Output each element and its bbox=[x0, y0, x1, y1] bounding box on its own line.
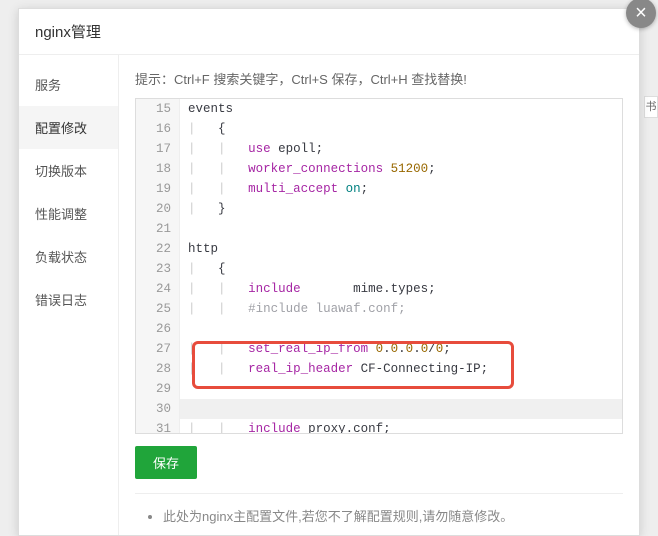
line-text bbox=[180, 319, 188, 339]
sidebar-item-4[interactable]: 负载状态 bbox=[19, 235, 118, 278]
button-row: 保存 bbox=[135, 446, 623, 479]
line-number: 27 bbox=[136, 339, 180, 359]
sidebar-item-0[interactable]: 服务 bbox=[19, 63, 118, 106]
line-text bbox=[180, 399, 188, 419]
line-number: 29 bbox=[136, 379, 180, 399]
code-line[interactable]: 21 bbox=[136, 219, 622, 239]
line-text: | | worker_connections 51200; bbox=[180, 159, 436, 179]
code-line[interactable]: 17| | use epoll; bbox=[136, 139, 622, 159]
modal-body: 服务配置修改切换版本性能调整负载状态错误日志 提示：Ctrl+F 搜索关键字，C… bbox=[19, 55, 639, 535]
line-number: 18 bbox=[136, 159, 180, 179]
main-panel: 提示：Ctrl+F 搜索关键字，Ctrl+S 保存，Ctrl+H 查找替换! 1… bbox=[119, 55, 639, 535]
code-line[interactable]: 24| | include mime.types; bbox=[136, 279, 622, 299]
line-number: 25 bbox=[136, 299, 180, 319]
code-line[interactable]: 30 bbox=[136, 399, 622, 419]
code-line[interactable]: 27| | set_real_ip_from 0.0.0.0/0; bbox=[136, 339, 622, 359]
sidebar-item-2[interactable]: 切换版本 bbox=[19, 149, 118, 192]
line-number: 31 bbox=[136, 419, 180, 433]
code-line[interactable]: 16| { bbox=[136, 119, 622, 139]
code-line[interactable]: 31| | include proxy.conf; bbox=[136, 419, 622, 433]
save-button[interactable]: 保存 bbox=[135, 446, 197, 479]
code-line[interactable]: 18| | worker_connections 51200; bbox=[136, 159, 622, 179]
line-text: | { bbox=[180, 259, 226, 279]
nginx-modal: nginx管理 服务配置修改切换版本性能调整负载状态错误日志 提示：Ctrl+F… bbox=[18, 8, 640, 536]
code-line[interactable]: 26 bbox=[136, 319, 622, 339]
line-text bbox=[180, 379, 188, 399]
line-text: | } bbox=[180, 199, 226, 219]
line-number: 15 bbox=[136, 99, 180, 119]
line-text: | | set_real_ip_from 0.0.0.0/0; bbox=[180, 339, 451, 359]
code-line[interactable]: 25| | #include luawaf.conf; bbox=[136, 299, 622, 319]
line-number: 22 bbox=[136, 239, 180, 259]
line-text: | | include proxy.conf; bbox=[180, 419, 391, 433]
line-text bbox=[180, 219, 188, 239]
line-number: 20 bbox=[136, 199, 180, 219]
sidebar-item-1[interactable]: 配置修改 bbox=[19, 106, 118, 149]
line-text: | { bbox=[180, 119, 226, 139]
line-text: | | include mime.types; bbox=[180, 279, 436, 299]
line-text: | | multi_accept on; bbox=[180, 179, 368, 199]
code-line[interactable]: 22http bbox=[136, 239, 622, 259]
sidebar-item-3[interactable]: 性能调整 bbox=[19, 192, 118, 235]
line-number: 26 bbox=[136, 319, 180, 339]
code-line[interactable]: 28| | real_ip_header CF-Connecting-IP; bbox=[136, 359, 622, 379]
code-line[interactable]: 29 bbox=[136, 379, 622, 399]
line-number: 17 bbox=[136, 139, 180, 159]
line-text: events bbox=[180, 99, 233, 119]
hint-text: 提示：Ctrl+F 搜索关键字，Ctrl+S 保存，Ctrl+H 查找替换! bbox=[135, 69, 623, 88]
line-text: | | use epoll; bbox=[180, 139, 323, 159]
line-number: 23 bbox=[136, 259, 180, 279]
code-line[interactable]: 23| { bbox=[136, 259, 622, 279]
line-text: | | #include luawaf.conf; bbox=[180, 299, 406, 319]
line-number: 19 bbox=[136, 179, 180, 199]
line-number: 30 bbox=[136, 399, 180, 419]
line-number: 21 bbox=[136, 219, 180, 239]
line-text: | | real_ip_header CF-Connecting-IP; bbox=[180, 359, 488, 379]
line-number: 16 bbox=[136, 119, 180, 139]
modal-title: nginx管理 bbox=[19, 9, 639, 55]
line-number: 28 bbox=[136, 359, 180, 379]
close-button[interactable]: × bbox=[626, 0, 656, 28]
note-section: 此处为nginx主配置文件,若您不了解配置规则,请勿随意修改。 bbox=[135, 493, 623, 525]
note-text: 此处为nginx主配置文件,若您不了解配置规则,请勿随意修改。 bbox=[163, 506, 623, 525]
code-editor[interactable]: 15events16| {17| | use epoll;18| | worke… bbox=[135, 98, 623, 434]
code-line[interactable]: 19| | multi_accept on; bbox=[136, 179, 622, 199]
line-number: 24 bbox=[136, 279, 180, 299]
sidebar-item-5[interactable]: 错误日志 bbox=[19, 278, 118, 321]
line-text: http bbox=[180, 239, 218, 259]
code-line[interactable]: 15events bbox=[136, 99, 622, 119]
right-panel-tab[interactable]: 书 bbox=[644, 96, 658, 118]
sidebar: 服务配置修改切换版本性能调整负载状态错误日志 bbox=[19, 55, 119, 535]
code-line[interactable]: 20| } bbox=[136, 199, 622, 219]
